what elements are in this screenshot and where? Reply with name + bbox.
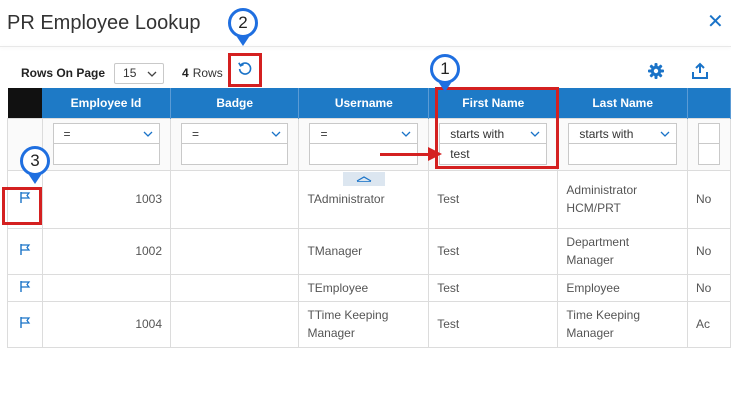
filter-operator-select[interactable]: =	[181, 123, 289, 144]
chevron-down-icon	[143, 128, 153, 140]
cell-last-name-line2: Manager	[566, 326, 614, 340]
cell-first-name: Test	[428, 300, 559, 348]
export-icon[interactable]	[691, 62, 709, 85]
cell-last-name: Department Manager	[557, 227, 688, 275]
table-toolbar: Rows On Page 15 4 Rows	[21, 62, 223, 84]
filter-operator-select[interactable]: =	[52, 123, 161, 144]
refresh-icon[interactable]	[237, 60, 253, 81]
flag-icon[interactable]	[19, 316, 31, 332]
flag-cell[interactable]	[7, 300, 43, 348]
cell-username-line1: TTime Keeping	[307, 308, 389, 322]
table-row[interactable]: 1004 TTime Keeping Manager Test Time Kee…	[7, 300, 731, 348]
row-count: 4	[182, 66, 189, 80]
filter-collapse-handle[interactable]	[343, 172, 385, 186]
cell-badge	[170, 300, 300, 348]
cell-first-name: Test	[428, 169, 559, 229]
filter-operator-select[interactable]	[697, 123, 720, 144]
cell-last-name-line1: Administrator	[566, 183, 638, 197]
header-row: Employee Id Badge Username First Name La…	[7, 88, 731, 118]
filter-first-name: starts with test	[428, 117, 559, 171]
chevron-down-icon	[401, 128, 411, 140]
cell-extra: Ac	[686, 300, 731, 348]
rows-on-page-label: Rows On Page	[21, 66, 106, 80]
cell-badge	[170, 273, 300, 302]
refresh-highlight	[228, 53, 262, 87]
gear-icon[interactable]	[647, 62, 665, 85]
chevron-down-icon	[271, 128, 281, 140]
cell-badge	[170, 169, 300, 229]
cell-extra: No	[686, 273, 731, 302]
close-icon[interactable]: ✕	[707, 12, 724, 32]
filter-last-name: starts with	[557, 117, 688, 171]
cell-username: TManager	[298, 227, 430, 275]
filter-operator-select[interactable]: =	[309, 123, 419, 144]
rows-on-page-value: 15	[123, 66, 137, 80]
filter-value-input[interactable]	[568, 144, 677, 165]
column-header-employee-id[interactable]: Employee Id	[42, 88, 172, 118]
filter-value-input[interactable]: test	[439, 144, 548, 165]
cell-employee-id: 1002	[41, 227, 172, 275]
filter-operator-value: =	[192, 126, 200, 141]
column-header-first-name[interactable]: First Name	[428, 88, 559, 118]
callout-2: 2	[228, 8, 258, 46]
flag-cell[interactable]	[7, 273, 43, 302]
flag-icon[interactable]	[19, 191, 31, 207]
table-row[interactable]: TEmployee Test Employee No	[7, 273, 731, 302]
filter-operator-select[interactable]: starts with	[439, 123, 548, 144]
cell-employee-id: 1003	[41, 169, 172, 229]
cell-username: TEmployee	[298, 273, 430, 302]
flag-cell[interactable]	[7, 227, 43, 275]
callout-3: 3	[20, 146, 50, 184]
table-row[interactable]: 1002 TManager Test Department Manager No	[7, 227, 731, 275]
column-header-last-name[interactable]: Last Name	[557, 88, 688, 118]
header-divider	[0, 46, 731, 47]
chevron-down-icon	[147, 66, 157, 80]
cell-badge	[170, 227, 300, 275]
flag-icon[interactable]	[19, 243, 31, 259]
column-header-username[interactable]: Username	[298, 88, 430, 118]
rows-on-page-select[interactable]: 15	[114, 62, 165, 84]
cell-first-name: Test	[428, 273, 559, 302]
cell-extra: No	[686, 227, 731, 275]
cell-employee-id: 1004	[41, 300, 172, 348]
cell-employee-id	[41, 273, 172, 302]
cell-username: TTime Keeping Manager	[298, 300, 430, 348]
filter-operator-value: starts with	[579, 126, 634, 141]
cell-last-name-line1: Department	[566, 235, 630, 249]
filter-operator-select[interactable]: starts with	[568, 123, 677, 144]
filter-operator-value: =	[320, 126, 328, 141]
column-header-extra[interactable]	[687, 88, 731, 118]
cell-extra: No	[686, 169, 731, 229]
cell-last-name-line1: Time Keeping	[566, 308, 641, 322]
cell-username-line2: Manager	[307, 326, 355, 340]
filter-username: =	[298, 117, 430, 171]
column-header-badge[interactable]: Badge	[170, 88, 300, 118]
cell-first-name: Test	[428, 227, 559, 275]
callout-1: 1	[430, 54, 460, 92]
filter-value-input[interactable]	[52, 144, 161, 165]
cell-last-name: Administrator HCM/PRT	[557, 169, 688, 229]
select-column-header	[7, 88, 43, 118]
chevron-down-icon	[660, 128, 670, 140]
dialog-title: PR Employee Lookup	[7, 12, 201, 34]
filter-value-input[interactable]	[697, 144, 720, 165]
cell-last-name: Employee	[557, 273, 688, 302]
annotation-arrow	[380, 153, 430, 156]
cell-last-name: Time Keeping Manager	[557, 300, 688, 348]
flag-icon[interactable]	[19, 280, 31, 296]
filter-employee-id: =	[41, 117, 172, 171]
cell-last-name-line2: Manager	[566, 253, 614, 267]
cell-last-name-line2: HCM/PRT	[566, 201, 621, 215]
filter-extra	[686, 117, 731, 171]
annotation-arrowhead	[428, 147, 442, 161]
filter-badge: =	[170, 117, 300, 171]
filter-operator-value: starts with	[450, 126, 505, 141]
row-count-label: Rows	[192, 66, 223, 80]
filter-value-input[interactable]	[181, 144, 289, 165]
employee-table: Employee Id Badge Username First Name La…	[7, 88, 731, 348]
filter-operator-value: =	[63, 126, 71, 141]
chevron-down-icon	[530, 128, 540, 140]
filter-row: = = = starts with test starts with	[7, 117, 731, 171]
